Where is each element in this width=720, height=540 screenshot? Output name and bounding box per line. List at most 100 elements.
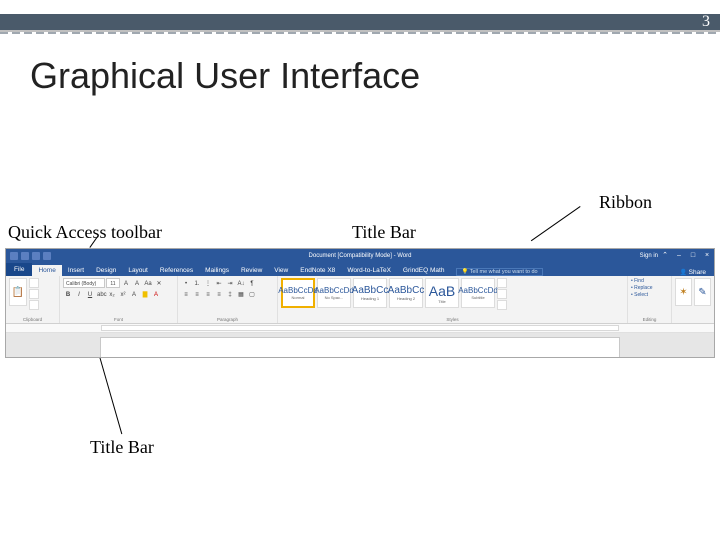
change-case-icon[interactable]: Aa xyxy=(143,278,153,288)
undo-icon[interactable] xyxy=(21,252,29,260)
tab-references[interactable]: References xyxy=(154,265,199,276)
grow-font-icon[interactable]: A xyxy=(121,278,131,288)
strike-icon[interactable]: abc xyxy=(96,289,106,299)
superscript-icon[interactable]: x² xyxy=(118,289,128,299)
bold-icon[interactable]: B xyxy=(63,289,73,299)
multilevel-icon[interactable]: ⋮ xyxy=(203,278,213,288)
cut-button[interactable] xyxy=(29,278,39,288)
italic-icon[interactable]: I xyxy=(74,289,84,299)
line-spacing-icon[interactable]: ‡ xyxy=(225,289,235,299)
save-icon[interactable] xyxy=(10,252,18,260)
tab-endnote[interactable]: EndNote X8 xyxy=(294,265,341,276)
qat-more-icon[interactable] xyxy=(43,252,51,260)
document-area xyxy=(6,333,714,357)
slide-number: 3 xyxy=(702,13,710,31)
bullets-icon[interactable]: • xyxy=(181,278,191,288)
tab-review[interactable]: Review xyxy=(235,265,268,276)
align-left-icon[interactable]: ≡ xyxy=(181,289,191,299)
tab-insert[interactable]: Insert xyxy=(62,265,90,276)
close-icon[interactable]: × xyxy=(702,252,712,260)
group-font: Calibri (Body) 11 A A Aa ✕ B I U abc x₂ … xyxy=(60,276,178,323)
format-painter-button[interactable] xyxy=(29,300,39,310)
style-sample: AaBbCcDd xyxy=(278,286,318,295)
tab-file[interactable]: File xyxy=(6,263,32,276)
style-no-spacing[interactable]: AaBbCcDdNo Spac... xyxy=(317,278,351,308)
style-normal[interactable]: AaBbCcDdNormal xyxy=(281,278,315,308)
align-right-icon[interactable]: ≡ xyxy=(203,289,213,299)
tab-layout[interactable]: Layout xyxy=(122,265,154,276)
ribbon-options-icon[interactable]: ⌃ xyxy=(660,252,670,260)
tell-me-box[interactable]: 💡 Tell me what you want to do xyxy=(456,268,542,276)
style-heading-2[interactable]: AaBbCcHeading 2 xyxy=(389,278,423,308)
callout-label-titlebar: Title Bar xyxy=(352,222,416,243)
redo-icon[interactable] xyxy=(32,252,40,260)
highlight-icon[interactable]: ▇ xyxy=(140,289,150,299)
tab-grindeq[interactable]: GrindEQ Math xyxy=(397,265,451,276)
ruler[interactable] xyxy=(6,324,714,333)
page[interactable] xyxy=(100,337,620,357)
addin-button-2[interactable]: ✎ xyxy=(694,278,711,306)
tab-home[interactable]: Home xyxy=(32,265,61,276)
paste-button[interactable]: 📋 xyxy=(9,278,27,306)
styles-more-icon[interactable] xyxy=(497,300,507,310)
maximize-icon[interactable]: □ xyxy=(688,252,698,260)
group-addin: ✶ ✎ xyxy=(672,276,714,323)
callout-label-ribbon: Ribbon xyxy=(599,192,652,213)
style-name: No Spac... xyxy=(325,295,344,300)
text-effects-icon[interactable]: A xyxy=(129,289,139,299)
style-sample: AaBbCc xyxy=(388,285,425,296)
style-name: Title xyxy=(438,299,445,304)
document-title: Document [Compatibility Mode] - Word xyxy=(309,253,412,259)
group-label: Styles xyxy=(281,317,624,322)
style-heading-1[interactable]: AaBbCcHeading 1 xyxy=(353,278,387,308)
tab-view[interactable]: View xyxy=(268,265,294,276)
shrink-font-icon[interactable]: A xyxy=(132,278,142,288)
callout-label-qat: Quick Access toolbar xyxy=(8,222,162,243)
borders-icon[interactable]: ▢ xyxy=(247,289,257,299)
styles-row-down-icon[interactable] xyxy=(497,289,507,299)
slide-divider xyxy=(0,32,720,34)
tab-design[interactable]: Design xyxy=(90,265,122,276)
numbering-icon[interactable]: 1. xyxy=(192,278,202,288)
ribbon-tabs: File Home Insert Design Layout Reference… xyxy=(6,263,714,276)
style-name: Heading 1 xyxy=(361,296,379,301)
copy-button[interactable] xyxy=(29,289,39,299)
font-name-box[interactable]: Calibri (Body) xyxy=(63,278,105,288)
dec-indent-icon[interactable]: ⇤ xyxy=(214,278,224,288)
group-label: Clipboard xyxy=(9,317,56,322)
style-subtitle[interactable]: AaBbCcDdSubtitle xyxy=(461,278,495,308)
group-label: Font xyxy=(63,317,174,322)
justify-icon[interactable]: ≡ xyxy=(214,289,224,299)
tab-mailings[interactable]: Mailings xyxy=(199,265,235,276)
quick-access-toolbar[interactable] xyxy=(6,252,51,260)
callout-line xyxy=(531,206,581,241)
slide-title: Graphical User Interface xyxy=(30,55,420,97)
sort-icon[interactable]: A↓ xyxy=(236,278,246,288)
addin-button-1[interactable]: ✶ xyxy=(675,278,692,306)
group-clipboard: 📋 Clipboard xyxy=(6,276,60,323)
select-button[interactable]: Select xyxy=(631,292,668,298)
group-label: Editing xyxy=(631,317,668,322)
minimize-icon[interactable]: – xyxy=(674,252,684,260)
font-color-icon[interactable]: A xyxy=(151,289,161,299)
underline-icon[interactable]: U xyxy=(85,289,95,299)
tab-word-to-latex[interactable]: Word-to-LaTeX xyxy=(341,265,397,276)
tell-me-text: Tell me what you want to do xyxy=(470,269,538,275)
font-size-box[interactable]: 11 xyxy=(106,278,120,288)
styles-row-up-icon[interactable] xyxy=(497,278,507,288)
find-button[interactable]: Find xyxy=(631,278,668,284)
show-marks-icon[interactable]: ¶ xyxy=(247,278,257,288)
style-name: Subtitle xyxy=(471,295,484,300)
inc-indent-icon[interactable]: ⇥ xyxy=(225,278,235,288)
clear-format-icon[interactable]: ✕ xyxy=(154,278,164,288)
replace-button[interactable]: Replace xyxy=(631,285,668,291)
word-window: Document [Compatibility Mode] - Word Sig… xyxy=(5,248,715,358)
share-button[interactable]: Share xyxy=(680,269,707,276)
style-sample: AaBbCcDd xyxy=(458,286,498,295)
subscript-icon[interactable]: x₂ xyxy=(107,289,117,299)
sign-in-link[interactable]: Sign in xyxy=(640,253,658,259)
align-center-icon[interactable]: ≡ xyxy=(192,289,202,299)
style-title[interactable]: AaBTitle xyxy=(425,278,459,308)
shading-icon[interactable]: ▦ xyxy=(236,289,246,299)
group-styles: AaBbCcDdNormal AaBbCcDdNo Spac... AaBbCc… xyxy=(278,276,628,323)
